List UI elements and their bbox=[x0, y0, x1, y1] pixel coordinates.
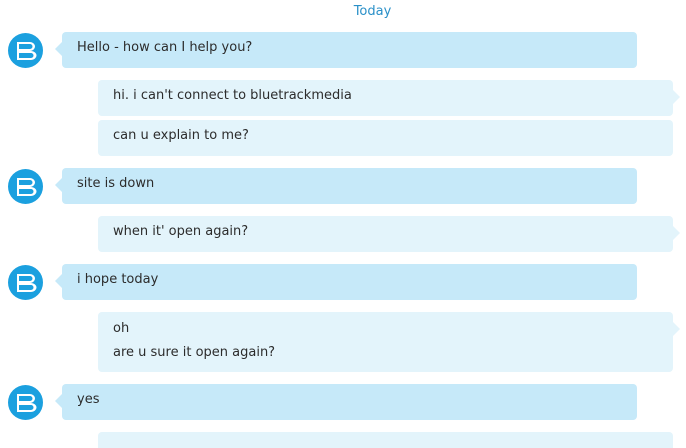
message-bubble[interactable]: can u explain to me? bbox=[98, 120, 673, 156]
message-text: hi. i can't connect to bluetrackmedia bbox=[113, 88, 352, 103]
bubble-tail bbox=[55, 274, 62, 288]
message-text: site is down bbox=[77, 176, 155, 191]
message-bubble[interactable]: site is down bbox=[55, 168, 637, 204]
message-bubble[interactable] bbox=[98, 432, 673, 448]
message-bubble[interactable]: Hello - how can I help you? bbox=[55, 32, 637, 68]
agent-avatar-icon[interactable] bbox=[8, 169, 43, 204]
bubble-tail bbox=[673, 90, 680, 104]
message-bubble[interactable]: oh are u sure it open again? bbox=[98, 312, 680, 372]
bubble-tail bbox=[55, 394, 62, 408]
message-bubble[interactable]: hi. i can't connect to bluetrackmedia bbox=[98, 80, 680, 116]
message-bubble[interactable]: i hope today bbox=[55, 264, 637, 300]
message-text: i hope today bbox=[77, 272, 159, 287]
message-text: yes bbox=[77, 392, 100, 407]
bubble-tail bbox=[55, 178, 62, 192]
date-header: Today bbox=[353, 4, 392, 19]
bubble-tail bbox=[673, 226, 680, 240]
message-bubble[interactable]: when it' open again? bbox=[98, 216, 680, 252]
agent-avatar-icon[interactable] bbox=[8, 385, 43, 420]
message-text: are u sure it open again? bbox=[113, 345, 276, 360]
agent-avatar-icon[interactable] bbox=[8, 33, 43, 68]
message-text: when it' open again? bbox=[113, 224, 249, 239]
agent-avatar-icon[interactable] bbox=[8, 265, 43, 300]
message-text: can u explain to me? bbox=[113, 128, 249, 143]
bubble-tail bbox=[55, 42, 62, 56]
bubble-tail bbox=[673, 322, 680, 336]
message-text: oh bbox=[113, 321, 130, 336]
message-bubble[interactable]: yes bbox=[55, 384, 637, 420]
chat-transcript: Today Hello - how can I help you? hi. i … bbox=[0, 0, 686, 448]
message-text: Hello - how can I help you? bbox=[77, 40, 253, 55]
